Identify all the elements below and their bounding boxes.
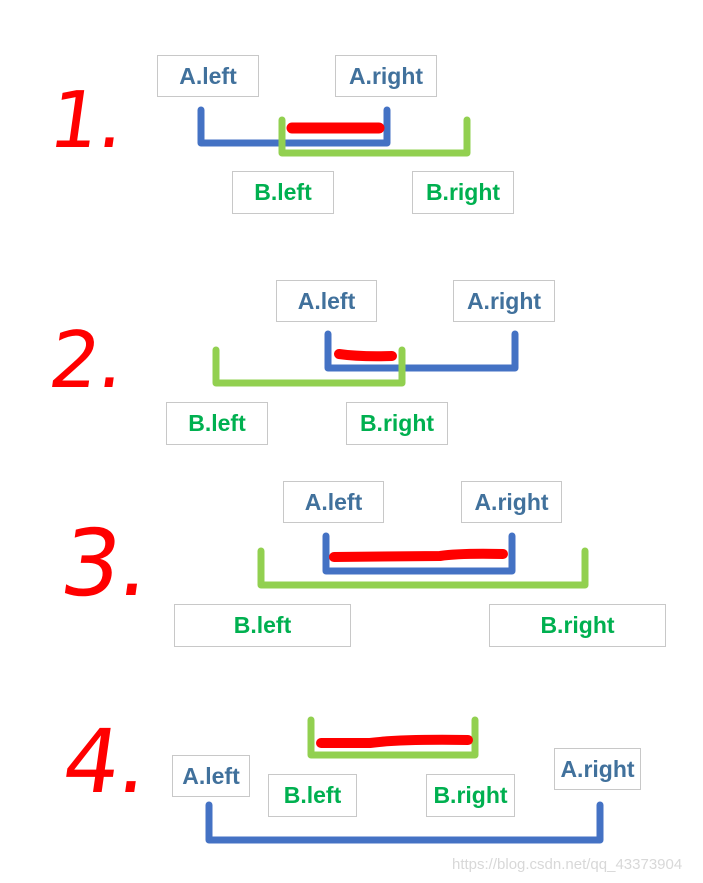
- case3-b-left-label: B.left: [174, 604, 351, 647]
- case4-b-left-label: B.left: [268, 774, 357, 817]
- case4-a-right-label: A.right: [554, 748, 641, 790]
- case1-a-right-label: A.right: [335, 55, 437, 97]
- case4-overlap-line: [316, 734, 473, 748]
- case4-b-right-label: B.right: [426, 774, 515, 817]
- case2-number: 2.: [43, 316, 131, 406]
- case2-b-right-label: B.right: [346, 402, 448, 445]
- case1-b-right-label: B.right: [412, 171, 514, 214]
- case3-b-right-label: B.right: [489, 604, 666, 647]
- case3-a-right-label: A.right: [461, 481, 562, 523]
- case2-a-right-label: A.right: [453, 280, 555, 322]
- interval-overlap-diagram: 1. 2. 3. 4. A.left A.right B.left B.righ…: [0, 0, 703, 883]
- case4-a-left-label: A.left: [172, 755, 250, 797]
- case3-overlap-line: [329, 548, 508, 562]
- case4-number: 4.: [56, 710, 156, 813]
- case1-b-left-label: B.left: [232, 171, 334, 214]
- case3-a-left-label: A.left: [283, 481, 384, 523]
- case1-a-left-label: A.left: [157, 55, 259, 97]
- case2-b-left-label: B.left: [166, 402, 268, 445]
- case3-number: 3.: [54, 510, 158, 617]
- case2-overlap-line: [334, 349, 397, 362]
- case2-a-left-label: A.left: [276, 280, 377, 322]
- case1-number: 1.: [43, 76, 131, 166]
- watermark: https://blog.csdn.net/qq_43373904: [452, 856, 683, 873]
